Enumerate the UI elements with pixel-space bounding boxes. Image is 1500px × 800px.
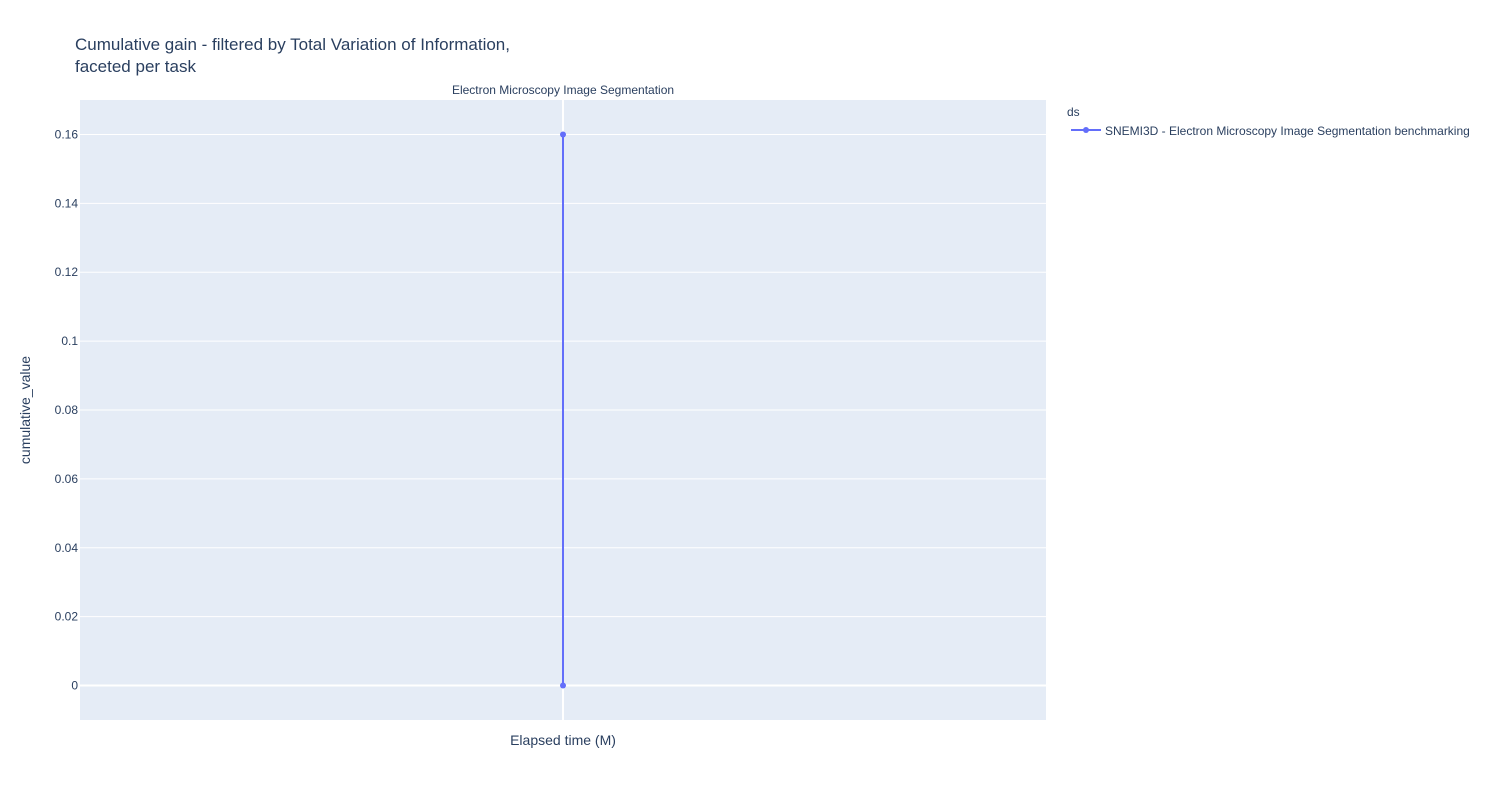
y-tick-label: 0.14 bbox=[55, 196, 79, 210]
legend-title: ds bbox=[1067, 105, 1080, 119]
y-tick-label: 0.1 bbox=[61, 334, 78, 348]
y-axis-ticks: 0 0.02 0.04 0.06 0.08 0.1 0.12 0.14 0.16 bbox=[55, 127, 79, 692]
y-tick-label: 0.08 bbox=[55, 403, 79, 417]
chart-title-line-2: faceted per task bbox=[75, 57, 196, 76]
subplot-title: Electron Microscopy Image Segmentation bbox=[452, 83, 674, 97]
y-tick-label: 0.12 bbox=[55, 265, 79, 279]
y-axis-title: cumulative_value bbox=[17, 356, 33, 464]
legend: ds SNEMI3D - Electron Microscopy Image S… bbox=[1067, 105, 1470, 138]
chart: Cumulative gain - filtered by Total Vari… bbox=[17, 35, 1470, 748]
y-tick-label: 0.06 bbox=[55, 472, 79, 486]
y-tick-label: 0.02 bbox=[55, 610, 79, 624]
legend-item[interactable]: SNEMI3D - Electron Microscopy Image Segm… bbox=[1071, 124, 1470, 138]
y-tick-label: 0.16 bbox=[55, 127, 79, 141]
data-point[interactable] bbox=[560, 131, 566, 138]
y-tick-label: 0 bbox=[71, 679, 78, 693]
legend-point-marker bbox=[1083, 127, 1089, 133]
data-point[interactable] bbox=[560, 682, 566, 689]
y-tick-label: 0.04 bbox=[55, 541, 79, 555]
legend-label: SNEMI3D - Electron Microscopy Image Segm… bbox=[1105, 124, 1470, 138]
chart-title-line-1: Cumulative gain - filtered by Total Vari… bbox=[75, 35, 510, 54]
x-axis-title: Elapsed time (M) bbox=[510, 732, 616, 748]
